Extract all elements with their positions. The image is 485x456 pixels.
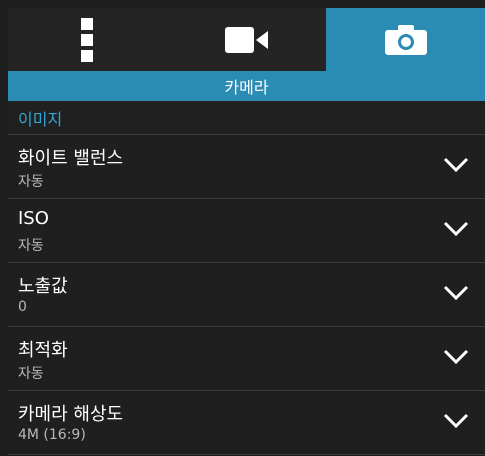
chevron-down-icon[interactable]	[443, 221, 469, 237]
setting-title: 최적화	[18, 340, 68, 361]
setting-value: 자동	[18, 366, 44, 382]
chevron-down-icon[interactable]	[443, 285, 469, 301]
setting-iso[interactable]: ISO 자동	[8, 199, 485, 263]
setting-exposure[interactable]: 노출값 0	[8, 263, 485, 327]
setting-value: 자동	[18, 238, 44, 254]
chevron-down-icon[interactable]	[443, 349, 469, 365]
setting-title: ISO	[18, 208, 49, 229]
menu-icon	[80, 17, 93, 62]
camera-mode-title-text: 카메라	[224, 78, 269, 97]
camera-mode-title: 카메라	[8, 71, 485, 101]
setting-camera-resolution[interactable]: 카메라 해상도 4M (16:9)	[8, 391, 485, 455]
setting-value: 자동	[18, 174, 44, 190]
tab-camera[interactable]	[326, 8, 485, 71]
setting-optimization[interactable]: 최적화 자동	[8, 327, 485, 391]
setting-white-balance[interactable]: 화이트 밸런스 자동	[8, 135, 485, 199]
setting-value: 0	[18, 299, 27, 315]
mode-tabs	[8, 8, 485, 71]
image-section-title: 이미지	[18, 109, 63, 129]
video-camera-icon	[224, 26, 268, 53]
tab-settings-menu[interactable]	[8, 8, 167, 71]
image-section-header: 이미지	[8, 101, 485, 135]
setting-value: 4M (16:9)	[18, 427, 86, 443]
settings-list: 화이트 밸런스 자동 ISO 자동 노출값 0 최적화 자동 카메라 해상도 4…	[8, 135, 485, 455]
setting-title: 노출값	[18, 276, 68, 297]
chevron-down-icon[interactable]	[443, 413, 469, 429]
setting-title: 화이트 밸런스	[18, 148, 124, 169]
setting-title: 카메라 해상도	[18, 404, 124, 425]
camera-icon	[384, 24, 427, 55]
tab-video[interactable]	[167, 8, 326, 71]
chevron-down-icon[interactable]	[443, 157, 469, 173]
